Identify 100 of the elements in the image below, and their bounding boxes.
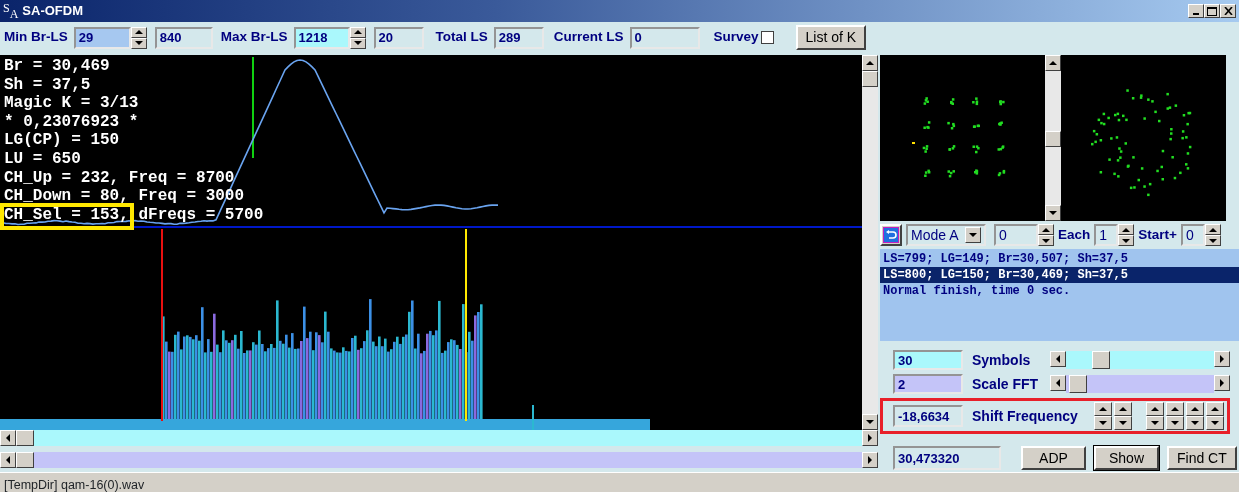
scrollbar-thumb[interactable] (16, 452, 34, 468)
maximize-button[interactable] (1204, 4, 1220, 18)
scroll-left-button[interactable] (1050, 351, 1066, 367)
scrollbar-thumb[interactable] (16, 430, 34, 446)
field-label: Symbols (972, 350, 1032, 370)
info-line: LU = 650 (4, 149, 82, 169)
scroll-right-button[interactable] (1214, 375, 1230, 391)
survey-checkbox[interactable] (760, 31, 774, 44)
input-field[interactable]: 0 (994, 224, 1038, 246)
info-line: LG(CP) = 150 (4, 131, 121, 150)
input-field[interactable]: 29 (73, 26, 131, 49)
scrollbar-thumb[interactable] (862, 71, 878, 87)
spin-up-button[interactable] (1118, 224, 1135, 235)
log-item[interactable]: LS=799; LG=149; Br=30,507; Sh=37,5 (880, 251, 1239, 267)
spin-down-button[interactable] (1118, 235, 1135, 246)
spin-up-button[interactable] (1166, 402, 1184, 416)
scroll-right-button[interactable] (1214, 351, 1230, 367)
scrollbar-thumb[interactable] (1045, 131, 1061, 148)
spin-down-button[interactable] (1186, 416, 1204, 430)
field-label: Shift Frequency (972, 406, 1079, 426)
spin-down-button[interactable] (1114, 416, 1132, 430)
down-arrow-icon (1151, 421, 1159, 425)
up-arrow-icon (1191, 407, 1199, 411)
scrollbar[interactable] (1045, 55, 1061, 221)
input-field[interactable]: 30,473320 (893, 446, 1001, 470)
input-field[interactable]: 20 (373, 26, 424, 49)
close-button[interactable] (1220, 4, 1236, 18)
scroll-down-button[interactable] (862, 414, 878, 430)
spin-down-button[interactable] (1166, 416, 1184, 430)
spin-up-button[interactable] (1114, 402, 1132, 416)
spin-down-button[interactable] (1038, 235, 1054, 246)
scrollbar[interactable] (0, 452, 878, 468)
left-arrow-icon (1056, 379, 1060, 387)
input-field[interactable]: 30 (893, 350, 963, 370)
spin-up-button[interactable] (1206, 402, 1224, 416)
input-field[interactable]: 2 (893, 374, 963, 394)
scrollbar-thumb[interactable] (1092, 351, 1110, 369)
scroll-left-button[interactable] (0, 452, 16, 468)
field-label: Total LS (435, 28, 488, 47)
spin-down-button[interactable] (349, 37, 366, 49)
scroll-down-button[interactable] (1045, 205, 1061, 221)
spin-up-button[interactable] (349, 26, 366, 38)
scroll-left-button[interactable] (0, 430, 16, 446)
input-field[interactable]: 289 (493, 26, 544, 49)
spin-down-button[interactable] (1146, 416, 1164, 430)
scroll-right-button[interactable] (862, 430, 878, 446)
spin-down-button[interactable] (1204, 235, 1221, 246)
input-field[interactable]: 0 (629, 26, 700, 49)
spin-up-button[interactable] (1038, 224, 1054, 235)
spin-up-button[interactable] (130, 26, 147, 38)
scrollbar[interactable] (1050, 351, 1230, 369)
log-item[interactable]: LS=800; LG=150; Br=30,469; Sh=37,5 (880, 267, 1239, 283)
spin-down-button[interactable] (130, 37, 147, 49)
spin-down-button[interactable] (1206, 416, 1224, 430)
action-button[interactable]: ADP (1021, 446, 1086, 470)
left-arrow-icon (1056, 355, 1060, 363)
scrollbar[interactable] (0, 430, 878, 446)
checkbox-label: Survey (713, 28, 759, 47)
up-arrow-icon (1208, 227, 1217, 232)
input-field[interactable]: 1218 (293, 26, 350, 49)
action-button[interactable]: Show (1094, 446, 1159, 470)
field-label: Each (1058, 225, 1091, 244)
down-arrow-icon (1122, 238, 1131, 243)
scrollbar-thumb[interactable] (1068, 375, 1087, 393)
info-line: Sh = 37,5 (4, 75, 92, 95)
list-of-k-button[interactable]: List of K (795, 25, 867, 50)
status-bar: [TempDir] qam-16(0).wav (0, 472, 1239, 492)
log-item[interactable]: Normal finish, time 0 sec. (880, 283, 1239, 299)
input-field[interactable]: 0 (1180, 224, 1205, 246)
down-arrow-icon (1191, 421, 1199, 425)
spin-up-button[interactable] (1146, 402, 1164, 416)
right-arrow-icon (1220, 355, 1224, 363)
spin-up-button[interactable] (1094, 402, 1112, 416)
scroll-left-button[interactable] (1050, 375, 1066, 391)
info-line: Magic K = 3/13 (4, 94, 140, 113)
field-label: Min Br-LS (4, 28, 68, 47)
info-line: CH_Sel = 153, dFreqs = 5700 (4, 205, 264, 225)
spin-down-button[interactable] (1094, 416, 1112, 430)
scroll-right-button[interactable] (862, 452, 878, 468)
input-field[interactable]: -18,6634 (893, 405, 963, 427)
up-arrow-icon (134, 30, 143, 34)
input-field[interactable]: 840 (154, 26, 213, 49)
up-arrow-icon (1049, 61, 1057, 65)
minimize-button[interactable] (1188, 4, 1204, 18)
right-arrow-icon (868, 434, 872, 442)
spin-up-button[interactable] (1204, 224, 1221, 235)
spin-up-button[interactable] (1186, 402, 1204, 416)
down-arrow-icon (1042, 238, 1050, 243)
scrollbar[interactable] (862, 55, 878, 430)
window-title: SA-OFDM (22, 2, 84, 21)
scrollbar[interactable] (1050, 375, 1230, 393)
action-button[interactable]: Find CT (1167, 446, 1237, 470)
input-field[interactable]: 1 (1094, 224, 1119, 246)
scroll-up-button[interactable] (862, 55, 878, 71)
field-label: Scale FFT (972, 374, 1040, 394)
close-icon (1223, 7, 1233, 15)
scroll-up-button[interactable] (1045, 55, 1061, 71)
undo-button[interactable] (880, 224, 902, 246)
mode-dropdown[interactable]: Mode A (906, 224, 986, 246)
dropdown-button[interactable] (965, 227, 981, 243)
